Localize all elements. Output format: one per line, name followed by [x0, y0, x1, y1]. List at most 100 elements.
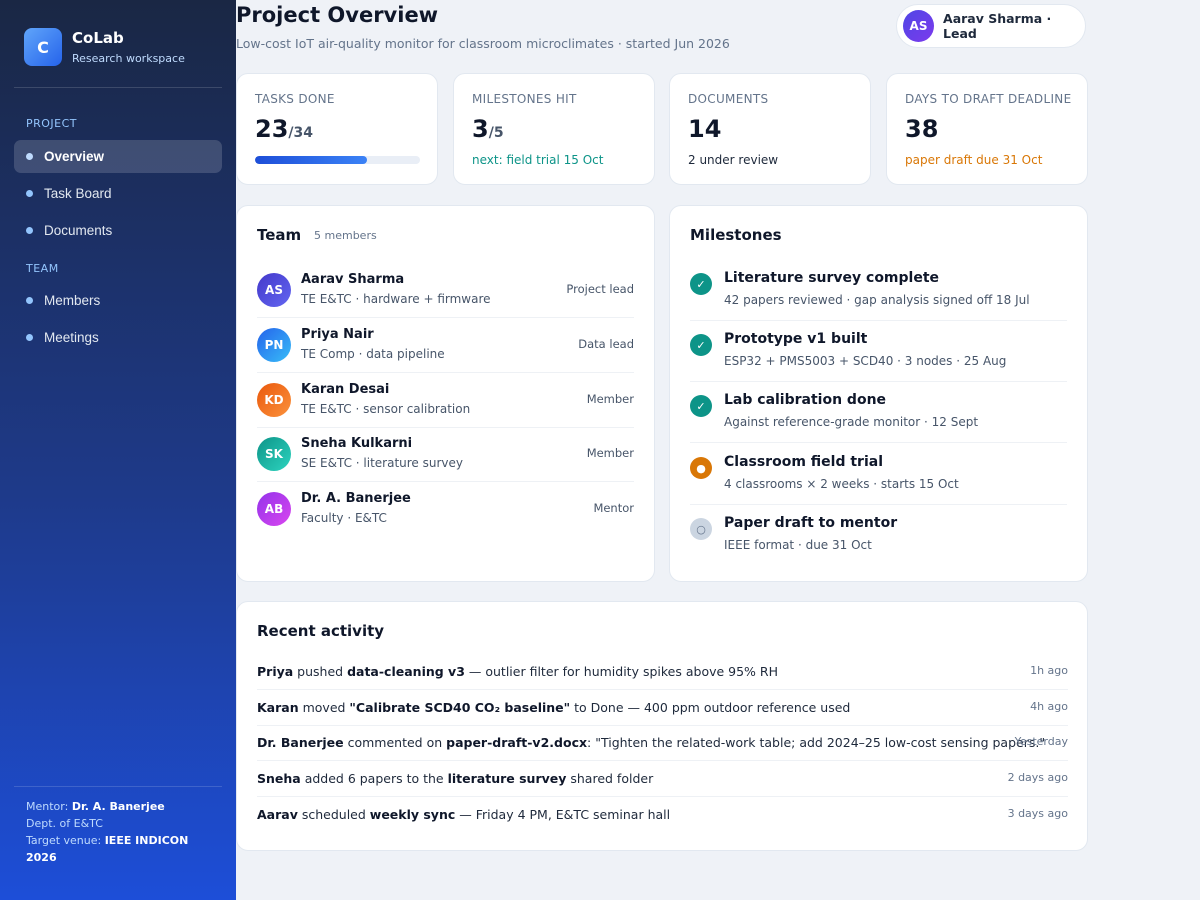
sidebar-item-meetings[interactable]: Meetings	[14, 321, 222, 354]
page-title: Project Overview	[236, 3, 439, 27]
sidebar-item-label: Documents	[44, 223, 113, 238]
milestone-item[interactable]: ✓ Lab calibration done Against reference…	[690, 382, 1067, 443]
in-progress-icon: ●	[690, 457, 712, 479]
member-role: Member	[586, 392, 634, 406]
avatar: PN	[257, 328, 291, 362]
milestone-desc: Against reference-grade monitor · 12 Sep…	[724, 415, 979, 429]
activity-detail: shared folder	[566, 771, 654, 786]
member-role: Data lead	[578, 337, 634, 351]
stat-card-deadline: DAYS TO DRAFT DEADLINE 38 paper draft du…	[886, 73, 1088, 185]
milestone-item[interactable]: ✓ Literature survey complete 42 papers r…	[690, 260, 1067, 321]
dept-line: Dept. of E&TC	[26, 817, 103, 830]
milestone-desc: ESP32 + PMS5003 + SCD40 · 3 nodes · 25 A…	[724, 354, 1007, 368]
stat-number: 23	[255, 115, 289, 143]
activity-title: Recent activity	[257, 622, 385, 640]
activity-detail: : "Tighten the related-work table; add 2…	[587, 735, 1046, 750]
sidebar-item-task-board[interactable]: Task Board	[14, 177, 222, 210]
member-name: Karan Desai	[301, 382, 390, 397]
member-name: Priya Nair	[301, 327, 374, 342]
stat-total: /34	[288, 125, 314, 141]
dot-icon	[26, 334, 33, 341]
sidebar-footer: Mentor: Dr. A. Banerjee Dept. of E&TC Ta…	[26, 798, 216, 866]
activity-time: Yesterday	[1014, 735, 1068, 748]
activity-time: 2 days ago	[1007, 771, 1068, 784]
brand-subtitle: Research workspace	[72, 52, 185, 65]
team-member-row[interactable]: KD Karan Desai TE E&TC · sensor calibrat…	[257, 373, 634, 428]
activity-card: Recent activity Priya pushed data-cleani…	[236, 601, 1088, 851]
team-member-row[interactable]: AB Dr. A. Banerjee Faculty · E&TC Mentor	[257, 482, 634, 537]
activity-row[interactable]: Aarav scheduled weekly sync — Friday 4 P…	[257, 797, 1068, 833]
team-count: 5 members	[314, 229, 377, 242]
sidebar-item-overview[interactable]: Overview	[14, 140, 222, 173]
member-role: Project lead	[566, 282, 634, 296]
milestone-item[interactable]: ● Classroom field trial 4 classrooms × 2…	[690, 444, 1067, 505]
milestone-title: Lab calibration done	[724, 392, 887, 408]
activity-text: Dr. Banerjee commented on paper-draft-v2…	[257, 735, 1045, 750]
avatar: KD	[257, 383, 291, 417]
user-menu[interactable]: AS Aarav Sharma · Lead	[896, 4, 1086, 48]
activity-detail: to Done — 400 ppm outdoor reference used	[570, 700, 851, 715]
sidebar-item-documents[interactable]: Documents	[14, 214, 222, 247]
team-member-row[interactable]: PN Priya Nair TE Comp · data pipeline Da…	[257, 318, 634, 373]
stat-label: TASKS DONE	[255, 92, 335, 106]
activity-time: 1h ago	[1030, 664, 1068, 677]
activity-verb: pushed	[293, 664, 348, 679]
dot-icon	[26, 153, 33, 160]
activity-detail: — Friday 4 PM, E&TC seminar hall	[455, 807, 671, 822]
avatar: SK	[257, 437, 291, 471]
milestone-desc: IEEE format · due 31 Oct	[724, 538, 872, 552]
pending-icon: ○	[690, 518, 712, 540]
sidebar-divider	[14, 786, 222, 787]
logo-icon: C	[24, 28, 62, 66]
member-desc: TE E&TC · sensor calibration	[301, 402, 471, 416]
stat-value: 38	[905, 115, 939, 143]
activity-text: Priya pushed data-cleaning v3 — outlier …	[257, 664, 778, 679]
stat-card-documents: DOCUMENTS 14 2 under review	[669, 73, 871, 185]
activity-verb: added 6 papers to the	[300, 771, 448, 786]
stat-note: 2 under review	[688, 153, 779, 167]
stat-card-tasks: TASKS DONE 23/34	[236, 73, 438, 185]
venue-line: Target venue: IEEE INDICON 2026	[26, 832, 216, 866]
activity-text: Karan moved "Calibrate SCD40 CO₂ baselin…	[257, 700, 850, 715]
sidebar-item-label: Overview	[44, 149, 105, 164]
milestone-item[interactable]: ○ Paper draft to mentor IEEE format · du…	[690, 505, 1067, 566]
member-name: Aarav Sharma	[301, 272, 405, 287]
stat-note: paper draft due 31 Oct	[905, 153, 1043, 167]
activity-object: "Calibrate SCD40 CO₂ baseline"	[349, 700, 571, 715]
member-role: Member	[586, 446, 634, 460]
mentor-line: Mentor: Dr. A. Banerjee	[26, 798, 216, 815]
member-name: Sneha Kulkarni	[301, 436, 413, 451]
nav-section-team: TEAM	[26, 262, 59, 275]
brand[interactable]: C CoLab Research workspace	[24, 28, 185, 66]
activity-time: 4h ago	[1030, 700, 1068, 713]
check-icon: ✓	[690, 334, 712, 356]
stat-label: MILESTONES HIT	[472, 92, 577, 106]
activity-object: data-cleaning v3	[347, 664, 465, 679]
stat-number: 3	[472, 115, 489, 143]
milestone-desc: 42 papers reviewed · gap analysis signed…	[724, 293, 1030, 307]
milestone-item[interactable]: ✓ Prototype v1 built ESP32 + PMS5003 + S…	[690, 321, 1067, 382]
team-member-row[interactable]: SK Sneha Kulkarni SE E&TC · literature s…	[257, 427, 634, 482]
activity-verb: scheduled	[297, 807, 370, 822]
activity-row[interactable]: Sneha added 6 papers to the literature s…	[257, 761, 1068, 797]
venue-label: Target venue:	[26, 834, 105, 847]
activity-object: weekly sync	[369, 807, 456, 822]
activity-row[interactable]: Priya pushed data-cleaning v3 — outlier …	[257, 654, 1068, 690]
member-role: Mentor	[593, 501, 634, 515]
member-desc: TE Comp · data pipeline	[301, 347, 445, 361]
avatar: AS	[903, 10, 935, 42]
check-icon: ✓	[690, 395, 712, 417]
team-member-row[interactable]: AS Aarav Sharma TE E&TC · hardware + fir…	[257, 263, 634, 318]
activity-row[interactable]: Karan moved "Calibrate SCD40 CO₂ baselin…	[257, 690, 1068, 726]
check-icon: ✓	[690, 273, 712, 295]
activity-verb: commented on	[343, 735, 447, 750]
avatar: AB	[257, 492, 291, 526]
stat-value: 3/5	[472, 115, 504, 143]
sidebar: C CoLab Research workspace PROJECT Overv…	[0, 0, 236, 900]
sidebar-item-members[interactable]: Members	[14, 284, 222, 317]
activity-row[interactable]: Dr. Banerjee commented on paper-draft-v2…	[257, 725, 1068, 761]
progress-fill	[255, 156, 367, 164]
dot-icon	[26, 297, 33, 304]
milestones-card: Milestones ✓ Literature survey complete …	[669, 205, 1088, 582]
activity-actor: Sneha	[257, 771, 301, 786]
